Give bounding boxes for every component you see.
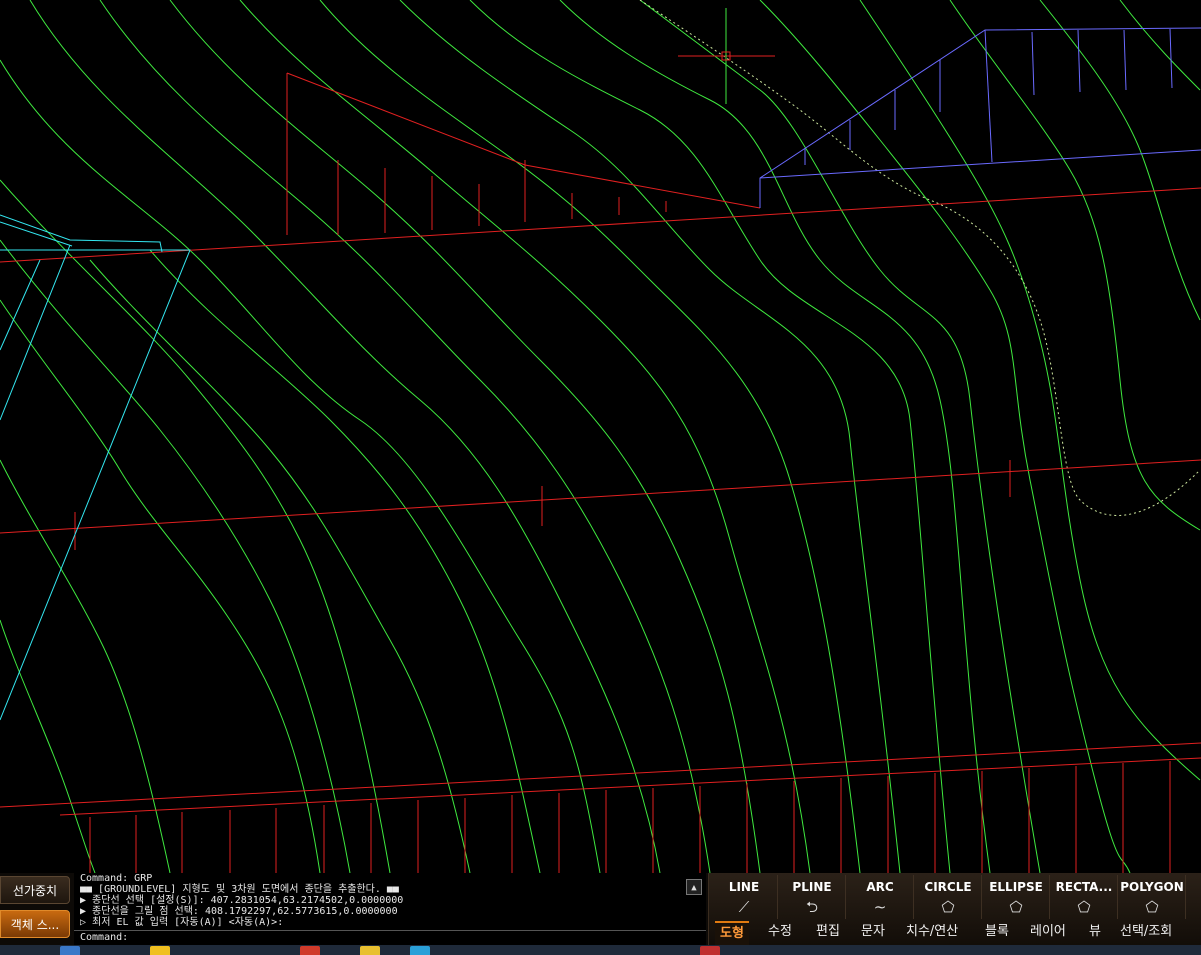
- object-snap-toggle[interactable]: 객체 스...: [0, 910, 70, 938]
- command-history-line: Command: GRP: [80, 873, 153, 884]
- contour-line: [759, 0, 1131, 873]
- tool-label: ARC: [866, 880, 894, 894]
- command-history-line: ▶ 종단선 선택 [설정(S)]: 407.2831054,63.2174502…: [80, 895, 404, 906]
- contour-line: [639, 0, 1041, 873]
- contour-line: [239, 0, 811, 873]
- rectangle-icon: ⬠: [1077, 898, 1091, 916]
- polygon-tool-button[interactable]: POLYGON ⬠: [1119, 875, 1186, 919]
- tab-view[interactable]: 뷰: [1084, 921, 1106, 943]
- command-history-line: ■■ [GROUNDLEVEL] 지형도 및 3차원 도면에서 종단을 추출한다…: [80, 884, 399, 895]
- contour-line: [0, 239, 351, 873]
- browser-icon[interactable]: [300, 946, 320, 955]
- contour-lines: [0, 0, 1201, 873]
- command-prompt[interactable]: Command:: [80, 932, 128, 943]
- contour-line: [29, 0, 661, 873]
- contour-line: [89, 259, 471, 873]
- command-divider: [74, 930, 706, 931]
- bottom-panel: 선가중치 객체 스... Command: GRP ■■ [GROUNDLEVE…: [0, 873, 1201, 945]
- taskbar-app-icon[interactable]: [410, 946, 430, 955]
- profile-lines: [0, 55, 1201, 873]
- command-history-line: ▷ 최저 EL 값 입력 [자동(A)] <자동(A)>:: [80, 917, 284, 928]
- drawing-svg[interactable]: [0, 0, 1201, 873]
- polygon-icon: ⬠: [1145, 898, 1159, 916]
- circle-tool-button[interactable]: CIRCLE ⬠: [915, 875, 982, 919]
- tool-label: ELLIPSE: [989, 880, 1043, 894]
- tab-select-query[interactable]: 선택/조회: [1115, 921, 1177, 943]
- profile-section: [286, 72, 761, 209]
- rectangle-tool-button[interactable]: RECTA... ⬠: [1051, 875, 1118, 919]
- structure-outline: [759, 27, 1201, 208]
- profile-baseline: [0, 742, 1201, 808]
- scroll-up-icon[interactable]: ▲: [686, 879, 702, 895]
- taskbar-app-icon[interactable]: [360, 946, 380, 955]
- contour-line: [469, 0, 951, 873]
- contour-line: [859, 0, 1201, 781]
- line-weight-toggle[interactable]: 선가중치: [0, 876, 70, 904]
- contour-line: [0, 619, 96, 873]
- profile-baseline: [0, 459, 1201, 534]
- tool-label: POLYGON: [1120, 880, 1184, 894]
- arc-tool-button[interactable]: ARC ∼: [847, 875, 914, 919]
- tab-text[interactable]: 문자: [856, 921, 890, 943]
- tab-shape[interactable]: 도형: [715, 921, 749, 945]
- contour-line: [319, 0, 861, 873]
- pline-tool-button[interactable]: PLINE ⮌: [779, 875, 846, 919]
- tab-block[interactable]: 블록: [980, 921, 1014, 943]
- folder-icon[interactable]: [150, 946, 170, 955]
- tool-label: PLINE: [792, 880, 832, 894]
- tab-dimension[interactable]: 치수/연산: [901, 921, 963, 943]
- drawing-canvas[interactable]: [0, 0, 1201, 873]
- tool-label: RECTA...: [1055, 880, 1113, 894]
- ellipse-tool-button[interactable]: ELLIPSE ⬠: [983, 875, 1050, 919]
- command-window[interactable]: Command: GRP ■■ [GROUNDLEVEL] 지형도 및 3차원 …: [74, 873, 706, 945]
- pline-icon: ⮌: [805, 898, 818, 916]
- tab-modify[interactable]: 수정: [763, 921, 797, 943]
- profile-baseline: [59, 757, 1201, 816]
- line-tool-button[interactable]: LINE ⟋: [711, 875, 778, 919]
- arc-icon: ∼: [873, 898, 887, 916]
- tab-edit[interactable]: 편집: [811, 921, 845, 943]
- circle-icon: ⬠: [941, 898, 955, 916]
- contour-line: [0, 299, 321, 873]
- tool-label: LINE: [728, 880, 760, 894]
- taskbar-app-icon[interactable]: [700, 946, 720, 955]
- command-history-line: ▶ 종단선을 그릴 점 선택: 408.1792297,62.5773615,0…: [80, 906, 398, 917]
- cyan-structure: [0, 214, 191, 721]
- contour-line: [99, 0, 711, 873]
- taskbar-app-icon[interactable]: [60, 946, 80, 955]
- contour-line: [1119, 0, 1201, 91]
- dashed-boundary-line: [639, 0, 1201, 516]
- contour-line: [0, 59, 601, 873]
- tool-label: CIRCLE: [924, 880, 972, 894]
- taskbar: [0, 945, 1201, 955]
- contour-line: [399, 0, 901, 873]
- ribbon-panel: LINE ⟋ PLINE ⮌ ARC ∼ CIRCLE ⬠ ELLIPSE ⬠ …: [708, 873, 1201, 945]
- tab-layer[interactable]: 레이어: [1025, 921, 1071, 943]
- line-icon: ⟋: [738, 898, 750, 916]
- profile-baseline: [0, 187, 1201, 263]
- ellipse-icon: ⬠: [1009, 898, 1023, 916]
